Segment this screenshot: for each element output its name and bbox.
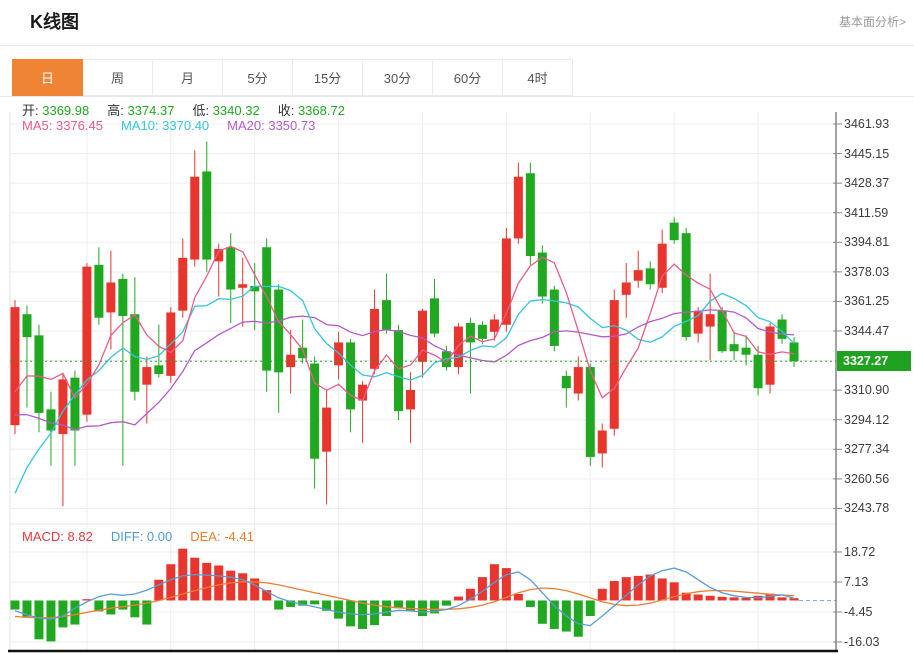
tab-period-0[interactable]: 日 — [12, 59, 83, 96]
kline-chart-canvas[interactable] — [0, 0, 914, 654]
tab-period-3[interactable]: 5分 — [222, 59, 293, 96]
axis-tick-label: 3294.12 — [844, 412, 889, 428]
axis-tick-label: 3378.03 — [844, 264, 889, 280]
axis-tick-label: 7.13 — [844, 574, 868, 590]
current-price-tag: 3327.27 — [837, 351, 911, 371]
axis-tick-label: 3361.25 — [844, 293, 889, 309]
readout-item: 低: 3340.32 — [192, 103, 259, 118]
tabbar-underline — [0, 96, 914, 97]
readout-item: MA5: 3376.45 — [22, 118, 103, 133]
readout-item: MA20: 3350.73 — [227, 118, 315, 133]
axis-tick-label: 3445.15 — [844, 146, 889, 162]
kline-app: K线图 基本面分析> 日周月5分15分30分60分4时 开: 3369.98 高:… — [0, 0, 914, 654]
page-title: K线图 — [30, 8, 79, 34]
axis-tick-label: 3243.78 — [844, 500, 889, 516]
readout-item: DEA: -4.41 — [190, 529, 254, 544]
ohlc-readout: 开: 3369.98 高: 3374.37 低: 3340.32 收: 3368.72 — [22, 100, 363, 117]
tab-period-6[interactable]: 60分 — [432, 59, 503, 96]
axis-tick-label: 3310.90 — [844, 382, 889, 398]
axis-tick-label: 3277.34 — [844, 441, 889, 457]
readout-item: 高: 3374.37 — [107, 103, 174, 118]
readout-item: 收: 3368.72 — [278, 103, 345, 118]
axis-tick-label: 3411.59 — [844, 205, 888, 221]
readout-item: MA10: 3370.40 — [121, 118, 209, 133]
period-tabbar: 日周月5分15分30分60分4时 — [13, 59, 573, 96]
macd-layer — [11, 549, 837, 642]
macd-readout: MACD: 8.82 DIFF: 0.00 DEA: -4.41 — [22, 529, 272, 546]
readout-item: DIFF: 0.00 — [111, 529, 172, 544]
ma-readout: MA5: 3376.45 MA10: 3370.40 MA20: 3350.73 — [22, 118, 333, 135]
axis-tick-label: -16.03 — [844, 634, 879, 650]
readout-item: 开: 3369.98 — [22, 103, 89, 118]
tab-period-7[interactable]: 4时 — [502, 59, 573, 96]
axis-tick-label: 18.72 — [844, 544, 875, 560]
axis-tick-label: 3428.37 — [844, 175, 889, 191]
tab-period-4[interactable]: 15分 — [292, 59, 363, 96]
axis-tick-label: -4.45 — [844, 604, 873, 620]
title-divider — [0, 45, 914, 46]
fundamental-analysis-link[interactable]: 基本面分析> — [839, 13, 906, 30]
axis-tick-label: 3260.56 — [844, 471, 889, 487]
axis-tick-label: 3344.47 — [844, 323, 889, 339]
tab-period-1[interactable]: 周 — [82, 59, 153, 96]
axis-tick-label: 3461.93 — [844, 116, 889, 132]
axis-tick-label: 3394.81 — [844, 234, 889, 250]
tab-period-5[interactable]: 30分 — [362, 59, 433, 96]
tab-period-2[interactable]: 月 — [152, 59, 223, 96]
readout-item: MACD: 8.82 — [22, 529, 93, 544]
